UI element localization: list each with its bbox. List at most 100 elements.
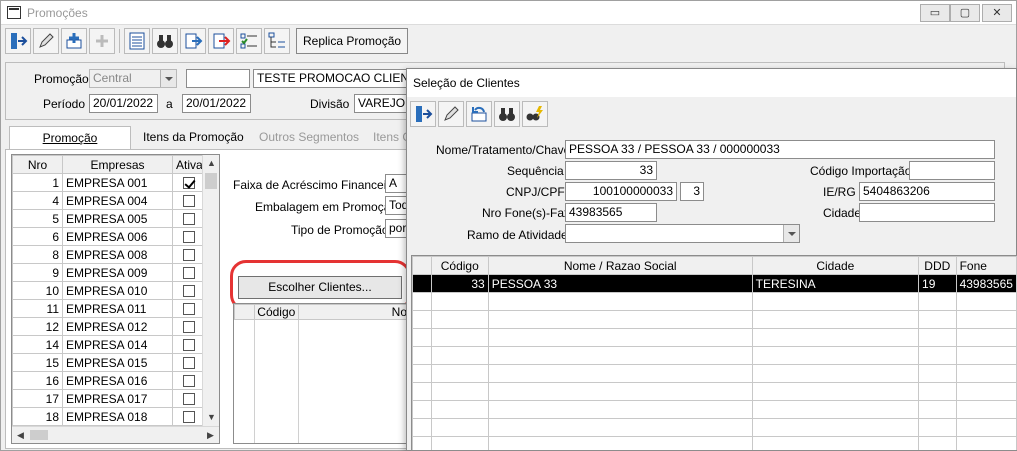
table-row[interactable]: 17 EMPRESA 017 [12, 389, 207, 408]
nome-tratamento-field[interactable]: PESSOA 33 / PESSOA 33 / 000000033 [565, 140, 995, 159]
cnpj-cpf-field[interactable]: 100100000033 [565, 182, 677, 201]
row-indicator-header [412, 256, 432, 275]
ativa-checkbox[interactable] [183, 393, 196, 406]
table-row[interactable]: 14 EMPRESA 014 [12, 335, 207, 354]
table-row[interactable]: 4 EMPRESA 004 [12, 191, 207, 210]
ativa-checkbox[interactable] [183, 177, 196, 190]
tab-outros-segmentos[interactable]: Outros Segmentos [249, 126, 369, 150]
clientes-results-table: Código Nome / Razao Social Cidade DDD Fo… [412, 256, 1017, 450]
ativa-checkbox[interactable] [183, 195, 196, 208]
minimize-button[interactable]: ▭ [920, 4, 950, 22]
empresa-nro-cell: 1 [12, 173, 63, 192]
column-header-nro[interactable]: Nro [12, 155, 63, 174]
empresas-horizontal-scrollbar[interactable]: ◀ ▶ [12, 426, 219, 443]
promocao-label: Promoção [34, 72, 89, 86]
edit-pencil-icon[interactable] [33, 28, 59, 54]
binoculars-flash-icon[interactable] [522, 101, 548, 127]
column-header-empresas[interactable]: Empresas [62, 155, 173, 174]
binoculars-search-icon[interactable] [494, 101, 520, 127]
scroll-right-arrow-icon[interactable]: ▶ [202, 427, 219, 444]
column-header-codigo[interactable]: Código [253, 304, 299, 320]
table-row[interactable]: 12 EMPRESA 012 [12, 317, 207, 336]
divisao-field[interactable]: VAREJO [354, 94, 414, 113]
periodo-separator-label: a [166, 97, 173, 111]
table-row[interactable]: 5 EMPRESA 005 [12, 209, 207, 228]
ativa-checkbox[interactable] [183, 267, 196, 280]
scroll-thumb[interactable] [205, 173, 217, 189]
undo-record-icon[interactable] [466, 101, 492, 127]
table-row[interactable]: 8 EMPRESA 008 [12, 245, 207, 264]
checklist-icon[interactable] [236, 28, 262, 54]
row-indicator-header [234, 304, 255, 320]
cidade-cell: TERESINA [751, 274, 920, 293]
scroll-left-arrow-icon[interactable]: ◀ [12, 427, 29, 444]
table-row[interactable]: 10 EMPRESA 010 [12, 281, 207, 300]
exit-icon[interactable] [5, 28, 31, 54]
cidade-field[interactable] [859, 203, 995, 222]
ativa-checkbox[interactable] [183, 357, 196, 370]
periodo-end-field[interactable]: 20/01/2022 [182, 94, 251, 113]
empresas-grid[interactable]: Nro Empresas Ativa 1 EMPRESA 001 4 EMPRESA … [11, 154, 220, 444]
scroll-down-arrow-icon[interactable]: ▼ [203, 409, 220, 426]
replica-promocao-button[interactable]: Replica Promoção [296, 28, 409, 54]
tree-list-icon[interactable] [264, 28, 290, 54]
table-row[interactable]: 6 EMPRESA 006 [12, 227, 207, 246]
column-header-nome-razao-social[interactable]: Nome / Razao Social [487, 256, 753, 275]
tab-promocao[interactable]: Promoção [9, 126, 131, 150]
codigo-importacao-field[interactable] [909, 161, 995, 180]
ativa-checkbox[interactable] [183, 285, 196, 298]
sequencia-field[interactable]: 33 [565, 161, 657, 180]
table-row[interactable]: 18 EMPRESA 018 [12, 407, 207, 426]
table-row[interactable]: 1 EMPRESA 001 [12, 173, 207, 192]
ddd-cell: 19 [918, 274, 957, 293]
edit-pencil-icon[interactable] [438, 101, 464, 127]
empresa-name-cell: EMPRESA 009 [62, 263, 173, 282]
empresa-name-cell: EMPRESA 014 [62, 335, 173, 354]
empresa-nro-cell: 4 [12, 191, 63, 210]
exit-icon[interactable] [410, 101, 436, 127]
scroll-thumb[interactable] [30, 430, 48, 440]
column-header-nome[interactable]: No [297, 304, 409, 320]
periodo-label: Período [43, 97, 86, 111]
ativa-checkbox[interactable] [183, 339, 196, 352]
column-header-cidade[interactable]: Cidade [751, 256, 920, 275]
ie-rg-field[interactable]: 5404863206 [859, 182, 995, 201]
restore-button[interactable]: ▢ [950, 4, 980, 22]
app-window-icon [7, 6, 21, 19]
promocao-code-field[interactable] [186, 69, 250, 88]
empresa-name-cell: EMPRESA 004 [62, 191, 173, 210]
grid-list-icon[interactable] [124, 28, 150, 54]
empty-table-row [412, 328, 1017, 347]
ativa-checkbox[interactable] [183, 411, 196, 424]
ativa-checkbox[interactable] [183, 321, 196, 334]
column-header-ddd[interactable]: DDD [918, 256, 957, 275]
ativa-checkbox[interactable] [183, 303, 196, 316]
cnpj-digit-field[interactable]: 3 [680, 182, 704, 201]
ativa-checkbox[interactable] [183, 249, 196, 262]
clientes-results-grid[interactable]: Código Nome / Razao Social Cidade DDD Fo… [411, 255, 1017, 451]
table-row[interactable]: 16 EMPRESA 016 [12, 371, 207, 390]
periodo-start-field[interactable]: 20/01/2022 [89, 94, 158, 113]
promocao-description-field[interactable]: TESTE PROMOCAO CLIENTE [253, 69, 413, 88]
table-row[interactable]: 9 EMPRESA 009 [12, 263, 207, 282]
binoculars-search-icon[interactable] [152, 28, 178, 54]
export-red-arrow-icon[interactable] [208, 28, 234, 54]
close-button[interactable]: ✕ [982, 4, 1012, 22]
table-row[interactable]: 11 EMPRESA 011 [12, 299, 207, 318]
fone-fax-field[interactable]: 43983565 [565, 203, 657, 222]
tab-itens-da-promocao[interactable]: Itens da Promoção [133, 126, 254, 150]
column-header-fone[interactable]: Fone [955, 256, 1017, 275]
table-row[interactable]: 15 EMPRESA 015 [12, 353, 207, 372]
import-arrow-icon[interactable] [180, 28, 206, 54]
empresa-nro-cell: 12 [12, 317, 63, 336]
add-record-icon[interactable] [61, 28, 87, 54]
ativa-checkbox[interactable] [183, 375, 196, 388]
ativa-checkbox[interactable] [183, 231, 196, 244]
table-row[interactable]: 33 PESSOA 33 TERESINA 19 43983565 [412, 274, 1017, 293]
clientes-grid[interactable]: Código No [233, 303, 409, 444]
ativa-checkbox[interactable] [183, 213, 196, 226]
column-header-codigo[interactable]: Código [430, 256, 489, 275]
ramo-atividade-combo[interactable] [565, 224, 800, 243]
scroll-up-arrow-icon[interactable]: ▲ [203, 155, 220, 172]
empresas-vertical-scrollbar[interactable]: ▲ ▼ [202, 155, 219, 426]
